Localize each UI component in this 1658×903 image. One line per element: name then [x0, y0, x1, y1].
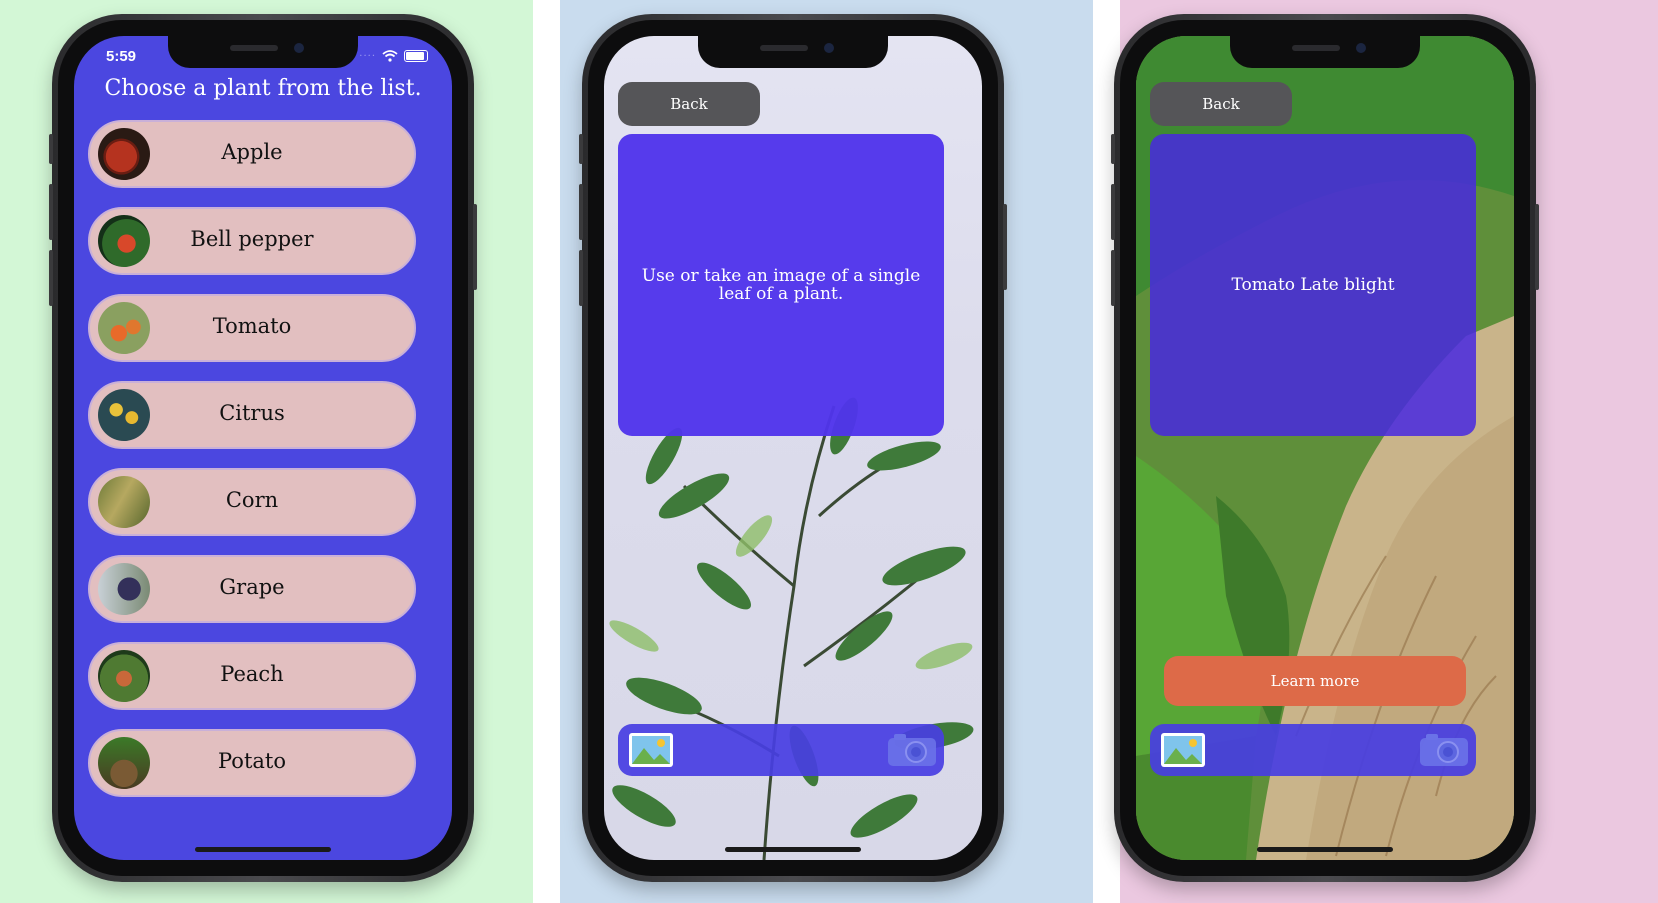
plant-name: Tomato	[212, 314, 292, 338]
plant-item-bell-pepper[interactable]: Bell pepper	[88, 207, 416, 275]
plant-item-citrus[interactable]: Citrus	[88, 381, 416, 449]
plant-name: Peach	[220, 662, 284, 686]
panel-plant-list: 5:59 ···· Choose a plant from the list. …	[0, 0, 533, 903]
plant-name: Apple	[221, 140, 283, 164]
plant-item-grape[interactable]: Grape	[88, 555, 416, 623]
photo-library-icon[interactable]	[1160, 732, 1206, 768]
camera-icon[interactable]	[1418, 732, 1470, 768]
image-toolbar	[1150, 724, 1476, 776]
back-button[interactable]: Back	[618, 82, 760, 126]
result-screen: Back Tomato Late blight Learn more	[1136, 36, 1514, 860]
instruction-text: Use or take an image of a single leaf of…	[641, 266, 921, 304]
plant-list-screen: 5:59 ···· Choose a plant from the list. …	[74, 36, 452, 860]
plant-name: Citrus	[219, 401, 285, 425]
instruction-card: Use or take an image of a single leaf of…	[618, 134, 944, 436]
phone-frame: Back Tomato Late blight Learn more	[1111, 14, 1539, 882]
result-text: Tomato Late blight	[1231, 275, 1395, 295]
capture-screen: Back Use or take an image of a single le…	[604, 36, 982, 860]
phone-frame: 5:59 ···· Choose a plant from the list. …	[49, 14, 477, 882]
plant-name: Potato	[218, 749, 286, 773]
wifi-icon	[382, 50, 398, 62]
phone-frame: Back Use or take an image of a single le…	[579, 14, 1007, 882]
signal-icon: ····	[359, 50, 376, 62]
image-toolbar	[618, 724, 944, 776]
plant-item-corn[interactable]: Corn	[88, 468, 416, 536]
plant-item-tomato[interactable]: Tomato	[88, 294, 416, 362]
plant-item-peach[interactable]: Peach	[88, 642, 416, 710]
panel-result: Back Tomato Late blight Learn more	[1111, 0, 1658, 903]
panel-capture: Back Use or take an image of a single le…	[560, 0, 1093, 903]
plant-name: Bell pepper	[190, 227, 314, 251]
battery-icon	[404, 50, 428, 62]
status-icons: ····	[359, 50, 428, 62]
plant-list: Apple Bell pepper Tomato Citrus Corn Gra…	[88, 120, 416, 816]
plant-name: Grape	[219, 575, 285, 599]
camera-icon[interactable]	[886, 732, 938, 768]
result-card: Tomato Late blight	[1150, 134, 1476, 436]
plant-name: Corn	[225, 488, 279, 512]
status-time: 5:59	[106, 48, 137, 65]
back-button[interactable]: Back	[1150, 82, 1292, 126]
page-title: Choose a plant from the list.	[104, 76, 422, 101]
plant-item-potato[interactable]: Potato	[88, 729, 416, 797]
photo-library-icon[interactable]	[628, 732, 674, 768]
learn-more-button[interactable]: Learn more	[1164, 656, 1466, 706]
plant-item-apple[interactable]: Apple	[88, 120, 416, 188]
